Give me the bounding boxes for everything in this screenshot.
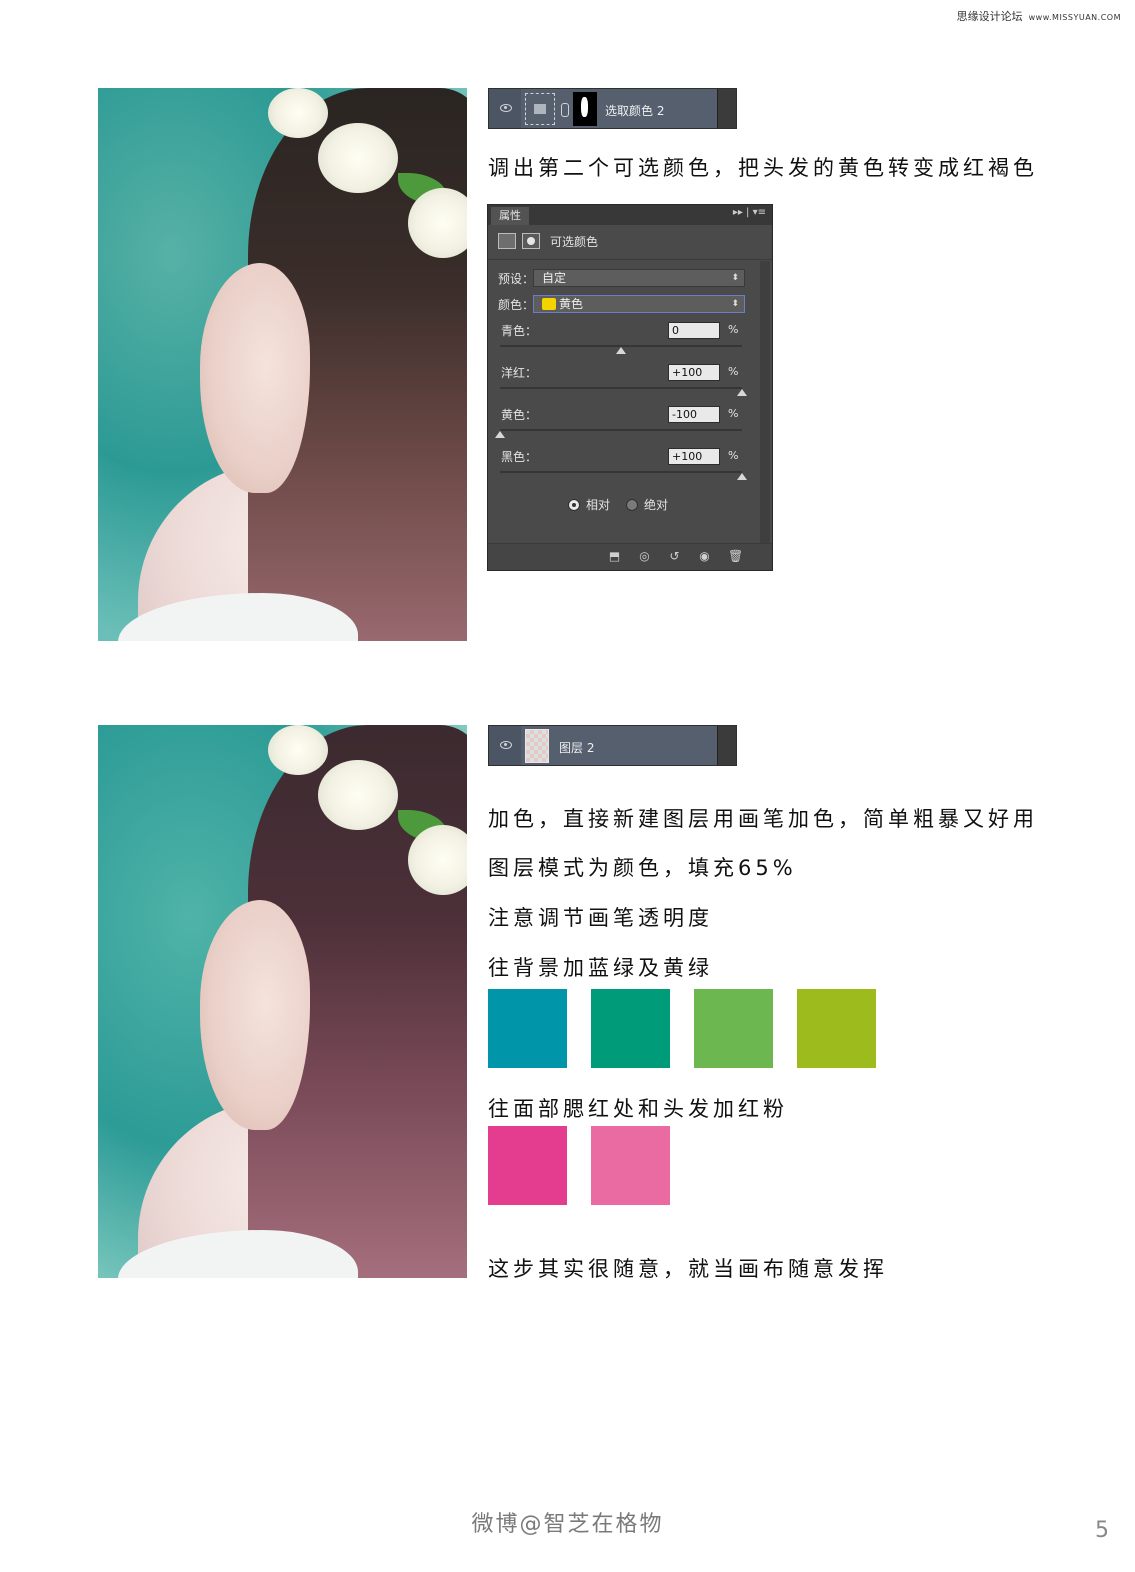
instruction-line-2: 图层模式为颜色，填充65%	[488, 856, 797, 880]
relative-label: 相对	[586, 498, 611, 512]
view-previous-icon[interactable]: ◎	[638, 550, 651, 563]
layer-name: 选取颜色 2	[605, 104, 665, 118]
swatch-rose-red	[488, 1126, 567, 1205]
trash-icon[interactable]: 🗑	[728, 550, 743, 563]
cyan-slider-handle[interactable]	[616, 347, 626, 354]
panel-scrollbar[interactable]	[760, 261, 770, 543]
reset-icon[interactable]: ↺	[668, 550, 681, 563]
absolute-label: 绝对	[644, 498, 669, 512]
radio-relative[interactable]	[568, 499, 580, 511]
visibility-icon[interactable]: ◉	[698, 550, 711, 563]
visibility-eye-icon[interactable]	[500, 104, 512, 112]
caption-step-hair-color: 调出第二个可选颜色，把头发的黄色转变成红褐色	[488, 156, 1038, 180]
yellow-track[interactable]	[500, 429, 742, 431]
black-track[interactable]	[500, 471, 742, 473]
face-caption: 往面部腮红处和头发加红粉	[488, 1097, 788, 1121]
adjustment-thumbnail-icon	[525, 93, 555, 125]
yellow-slider-handle[interactable]	[495, 431, 505, 438]
footer-credit: 微博@智芝在格物	[471, 1512, 664, 1537]
clip-to-layer-icon[interactable]: ⬒	[608, 550, 621, 563]
page-number: 5	[1095, 1518, 1109, 1543]
layer-thumbnail	[525, 729, 549, 763]
chain-link-icon	[561, 103, 569, 117]
yellow-value-input[interactable]: -100	[668, 406, 720, 423]
instruction-line-4: 往背景加蓝绿及黄绿	[488, 956, 713, 980]
swatch-teal-green	[591, 989, 670, 1068]
preset-dropdown[interactable]: 自定 ⬍	[533, 269, 745, 287]
layer-selective-color-2[interactable]: 选取颜色 2	[488, 88, 737, 129]
colors-dropdown[interactable]: 黄色 ⬍	[533, 295, 745, 313]
black-value-input[interactable]: +100	[668, 448, 720, 465]
cyan-value-input[interactable]: 0	[668, 322, 720, 339]
radio-absolute[interactable]	[626, 499, 638, 511]
layer-name: 图层 2	[559, 741, 595, 755]
portrait-photo-after	[98, 725, 467, 1278]
yellow-swatch	[542, 298, 556, 310]
visibility-eye-icon[interactable]	[500, 741, 512, 749]
portrait-photo-before	[98, 88, 467, 641]
magenta-value-input[interactable]: +100	[668, 364, 720, 381]
properties-panel: 属性 ▸▸ | ▾≡ 可选颜色 预设： 自定 ⬍ 颜色： 黄色 ⬍ 青色： 0 % …	[487, 204, 773, 571]
swatch-yellow-green	[797, 989, 876, 1068]
panel-menu-icon[interactable]: ▸▸ | ▾≡	[733, 207, 766, 218]
instruction-line-1: 加色，直接新建图层用画笔加色，简单粗暴又好用	[488, 807, 1038, 831]
tab-properties[interactable]: 属性	[491, 207, 529, 225]
swatch-green	[694, 989, 773, 1068]
black-slider-handle[interactable]	[737, 473, 747, 480]
layer-mask-thumbnail	[573, 92, 597, 126]
instruction-line-3: 注意调节画笔透明度	[488, 906, 713, 930]
colors-label: 颜色：	[498, 298, 535, 312]
swatch-blue-green	[488, 989, 567, 1068]
layer-2[interactable]: 图层 2	[488, 725, 737, 766]
mask-icon[interactable]	[522, 233, 540, 249]
site-url: www.MISSYUAN.COM	[1028, 13, 1121, 22]
panel-title: 可选颜色	[550, 235, 599, 249]
closing-note: 这步其实很随意，就当画布随意发挥	[488, 1257, 888, 1281]
site-watermark: 思缘设计论坛 www.MISSYUAN.COM	[957, 8, 1121, 24]
preset-label: 预设：	[498, 272, 535, 286]
adjustment-icon[interactable]	[498, 233, 516, 249]
swatch-pink	[591, 1126, 670, 1205]
magenta-track[interactable]	[500, 387, 742, 389]
site-name: 思缘设计论坛	[956, 10, 1023, 23]
magenta-slider-handle[interactable]	[737, 389, 747, 396]
